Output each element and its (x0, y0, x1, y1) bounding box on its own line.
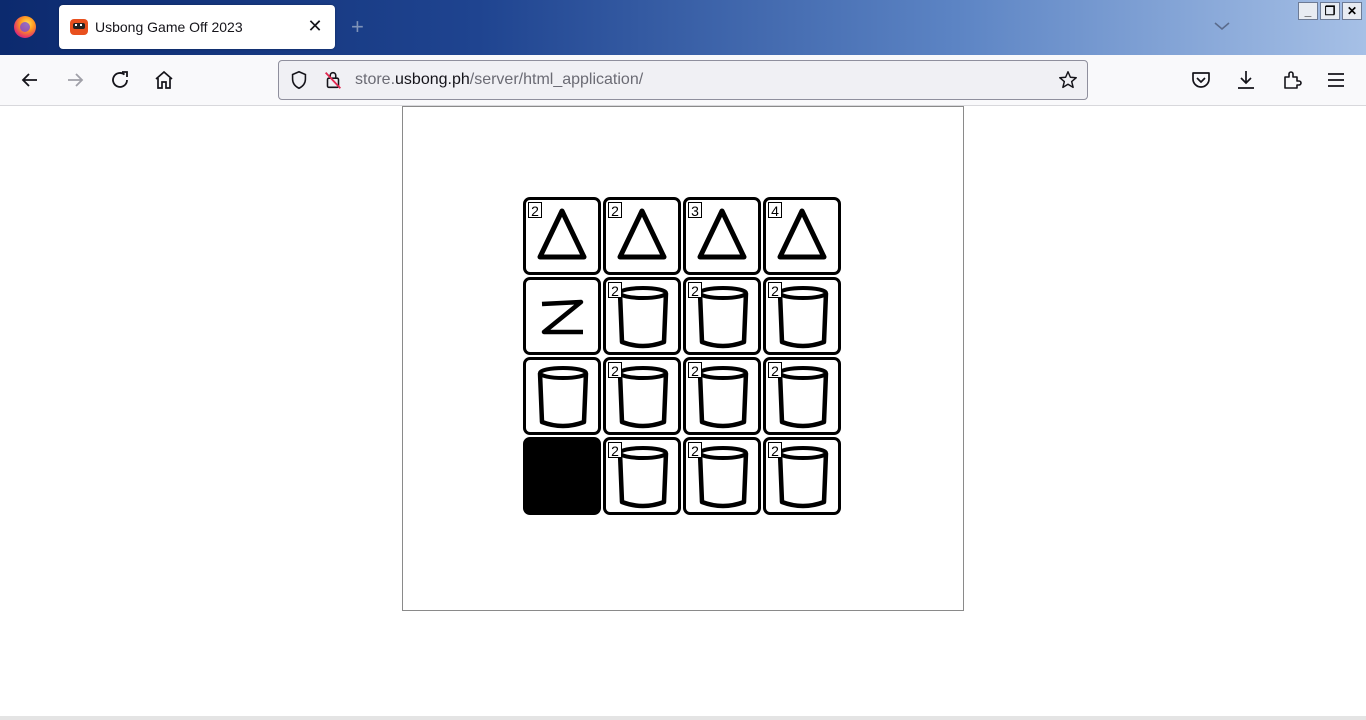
tile-count-badge: 3 (688, 202, 702, 219)
downloads-icon[interactable] (1234, 68, 1258, 92)
back-icon[interactable] (18, 68, 42, 92)
tile-count-badge: 2 (608, 202, 622, 219)
puzzle-tile[interactable]: 2 (763, 437, 841, 515)
close-window-icon[interactable]: ✕ (1342, 2, 1362, 20)
puzzle-tile[interactable]: 2 (603, 277, 681, 355)
app-menu-icon[interactable] (1324, 68, 1348, 92)
tile-count-badge: 2 (688, 282, 702, 299)
forward-icon[interactable] (63, 68, 87, 92)
empty-slot[interactable] (523, 437, 601, 515)
tab-favicon-icon (70, 19, 88, 35)
insecure-lock-icon[interactable] (322, 69, 344, 91)
minimize-icon[interactable]: _ (1298, 2, 1318, 20)
puzzle-tile[interactable]: 2 (603, 197, 681, 275)
new-tab-icon[interactable]: + (351, 15, 364, 39)
pocket-icon[interactable] (1189, 68, 1213, 92)
puzzle-tile[interactable]: 2 (763, 357, 841, 435)
tile-count-badge: 2 (688, 442, 702, 459)
puzzle-tile[interactable] (523, 357, 601, 435)
tile-count-badge: 2 (768, 282, 782, 299)
puzzle-tile[interactable]: 2 (763, 277, 841, 355)
bookmark-star-icon[interactable] (1057, 69, 1079, 91)
puzzle-tile[interactable]: 2 (603, 357, 681, 435)
list-all-tabs-icon[interactable] (1212, 16, 1232, 36)
puzzle-tile[interactable]: 2 (683, 437, 761, 515)
home-icon[interactable] (152, 68, 176, 92)
tile-count-badge: 2 (688, 362, 702, 379)
puzzle-tile[interactable]: 2 (603, 437, 681, 515)
extensions-icon[interactable] (1280, 68, 1304, 92)
puzzle-tile[interactable]: 2 (523, 197, 601, 275)
tile-count-badge: 2 (608, 442, 622, 459)
tile-count-badge: 2 (768, 442, 782, 459)
restore-icon[interactable]: ❐ (1320, 2, 1340, 20)
status-border (0, 716, 1366, 720)
puzzle-tile[interactable]: 2 (683, 277, 761, 355)
tile-count-badge: 4 (768, 202, 782, 219)
address-bar[interactable]: store.usbong.ph/server/html_application/ (278, 60, 1088, 100)
browser-tab[interactable]: Usbong Game Off 2023 ✕ (59, 5, 335, 49)
navigation-toolbar: store.usbong.ph/server/html_application/ (0, 55, 1366, 106)
title-bar: Usbong Game Off 2023 ✕ + _ ❐ ✕ (0, 0, 1366, 55)
tile-count-badge: 2 (608, 362, 622, 379)
puzzle-tile[interactable]: 2 (683, 357, 761, 435)
game-canvas[interactable]: 2 2 3 4 2 2 2 2 2 2 2 2 2 (402, 106, 964, 611)
close-tab-icon[interactable]: ✕ (305, 16, 325, 36)
puzzle-tile[interactable]: 3 (683, 197, 761, 275)
tab-title: Usbong Game Off 2023 (95, 19, 243, 35)
tile-count-badge: 2 (768, 362, 782, 379)
url-text[interactable]: store.usbong.ph/server/html_application/ (355, 71, 643, 89)
tile-count-badge: 2 (528, 202, 542, 219)
tracking-protection-shield-icon[interactable] (288, 69, 310, 91)
puzzle-tile[interactable]: 4 (763, 197, 841, 275)
puzzle-tile[interactable] (523, 277, 601, 355)
reload-icon[interactable] (108, 68, 132, 92)
puzzle-board[interactable]: 2 2 3 4 2 2 2 2 2 2 2 2 2 (523, 197, 843, 517)
tile-count-badge: 2 (608, 282, 622, 299)
firefox-menu-icon[interactable] (14, 16, 36, 38)
